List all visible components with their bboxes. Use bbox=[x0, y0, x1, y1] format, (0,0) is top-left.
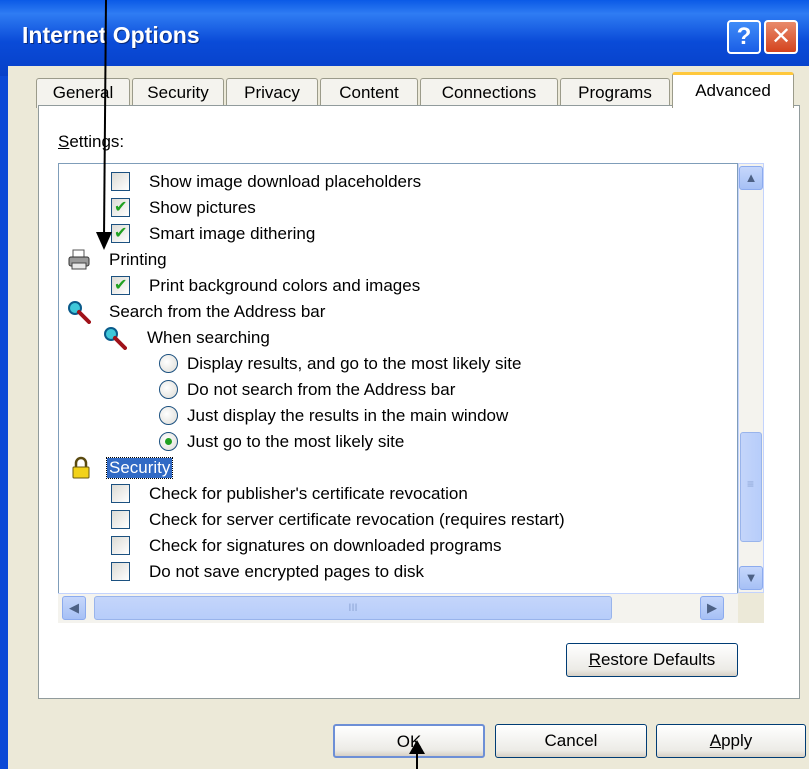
settings-label: Settings: bbox=[58, 132, 125, 151]
list-category[interactable]: Search from the Address bar bbox=[59, 299, 737, 325]
list-item-label: Display results, and go to the most like… bbox=[187, 354, 522, 373]
tab-security[interactable]: Security bbox=[132, 78, 224, 108]
list-subcategory[interactable]: When searching bbox=[59, 325, 737, 351]
scroll-left-button[interactable]: ◀ bbox=[62, 596, 86, 620]
restore-defaults-button[interactable]: Restore Defaults bbox=[566, 643, 738, 677]
radio-button[interactable] bbox=[159, 354, 178, 373]
checkbox[interactable] bbox=[111, 484, 130, 503]
check-icon: ✔ bbox=[114, 277, 128, 294]
close-button[interactable]: ✕ bbox=[764, 20, 798, 54]
printer-icon bbox=[68, 249, 90, 270]
internet-options-window: Internet Options ? ✕ General Security Pr… bbox=[0, 0, 809, 769]
list-category[interactable]: Security bbox=[59, 455, 737, 481]
checkbox-checked[interactable]: ✔ bbox=[111, 224, 130, 243]
horizontal-scroll-thumb[interactable]: III bbox=[94, 596, 612, 620]
tab-advanced[interactable]: Advanced bbox=[672, 72, 794, 108]
list-item[interactable]: Do not search from the Address bar bbox=[59, 377, 737, 403]
list-item[interactable]: Do not save encrypted pages to disk bbox=[59, 559, 737, 585]
list-item[interactable]: ✔ Print background colors and images bbox=[59, 273, 737, 299]
checkbox[interactable] bbox=[111, 510, 130, 529]
list-item-label: Check for signatures on downloaded progr… bbox=[149, 536, 502, 555]
lock-icon bbox=[72, 456, 90, 479]
vertical-scrollbar[interactable]: ▲ ≡ ▼ bbox=[738, 163, 764, 593]
list-item-label: Just display the results in the main win… bbox=[187, 406, 509, 425]
scroll-down-button[interactable]: ▼ bbox=[739, 566, 763, 590]
scroll-up-button[interactable]: ▲ bbox=[739, 166, 763, 190]
checkbox-checked[interactable]: ✔ bbox=[111, 198, 130, 217]
checkbox[interactable] bbox=[111, 536, 130, 555]
vertical-scroll-thumb[interactable]: ≡ bbox=[740, 432, 762, 542]
list-item-label: Check for publisher's certificate revoca… bbox=[149, 484, 468, 503]
scroll-right-button[interactable]: ▶ bbox=[700, 596, 724, 620]
list-item[interactable]: Just go to the most likely site bbox=[59, 429, 737, 455]
radio-button[interactable] bbox=[159, 406, 178, 425]
settings-list[interactable]: Show image download placeholders ✔ Show … bbox=[58, 163, 738, 623]
checkbox-checked[interactable]: ✔ bbox=[111, 276, 130, 295]
list-item-label: Check for server certificate revocation … bbox=[149, 510, 565, 529]
title-bar[interactable]: Internet Options ? ✕ bbox=[0, 0, 809, 76]
list-item-label: Smart image dithering bbox=[149, 224, 316, 243]
list-item-label: Do not search from the Address bar bbox=[187, 380, 456, 399]
list-item-label: Show image download placeholders bbox=[149, 172, 422, 191]
magnifier-icon bbox=[104, 327, 127, 350]
checkbox[interactable] bbox=[111, 562, 130, 581]
check-icon: ✔ bbox=[114, 225, 128, 242]
list-item-label: Show pictures bbox=[149, 198, 256, 217]
list-category-label: Security bbox=[105, 457, 174, 479]
list-item-label: Just go to the most likely site bbox=[187, 432, 405, 451]
tab-programs[interactable]: Programs bbox=[560, 78, 670, 108]
list-item[interactable]: ✔ Smart image dithering bbox=[59, 221, 737, 247]
list-item[interactable]: Display results, and go to the most like… bbox=[59, 351, 737, 377]
tab-general[interactable]: General bbox=[36, 78, 130, 108]
grip-icon: ≡ bbox=[747, 477, 755, 491]
list-category[interactable]: Printing bbox=[59, 247, 737, 273]
radio-button-selected[interactable] bbox=[159, 432, 178, 451]
checkbox[interactable] bbox=[111, 172, 130, 191]
horizontal-scrollbar[interactable]: ◀ III ▶ bbox=[58, 593, 738, 623]
list-category-label: Search from the Address bar bbox=[109, 302, 326, 321]
radio-dot bbox=[165, 438, 172, 445]
list-item[interactable]: Check for signatures on downloaded progr… bbox=[59, 533, 737, 559]
list-item[interactable]: ✔ Show pictures bbox=[59, 195, 737, 221]
check-icon: ✔ bbox=[114, 199, 128, 216]
list-item[interactable]: Check for server certificate revocation … bbox=[59, 507, 737, 533]
list-subcategory-label: When searching bbox=[147, 328, 270, 347]
apply-button[interactable]: Apply bbox=[656, 724, 806, 758]
ok-button[interactable]: OK bbox=[333, 724, 485, 758]
tab-content[interactable]: Content bbox=[320, 78, 418, 108]
window-title: Internet Options bbox=[22, 22, 200, 48]
magnifier-icon bbox=[68, 301, 91, 324]
list-item-label: Print background colors and images bbox=[149, 276, 421, 295]
list-category-label: Printing bbox=[109, 250, 167, 269]
tab-privacy[interactable]: Privacy bbox=[226, 78, 318, 108]
scrollbar-corner bbox=[738, 593, 764, 623]
list-item-label: Do not save encrypted pages to disk bbox=[149, 562, 424, 581]
help-button[interactable]: ? bbox=[727, 20, 761, 54]
list-item[interactable]: Check for publisher's certificate revoca… bbox=[59, 481, 737, 507]
tab-connections[interactable]: Connections bbox=[420, 78, 558, 108]
cancel-button[interactable]: Cancel bbox=[495, 724, 647, 758]
list-item[interactable]: Show image download placeholders bbox=[59, 169, 737, 195]
radio-button[interactable] bbox=[159, 380, 178, 399]
list-item[interactable]: Just display the results in the main win… bbox=[59, 403, 737, 429]
